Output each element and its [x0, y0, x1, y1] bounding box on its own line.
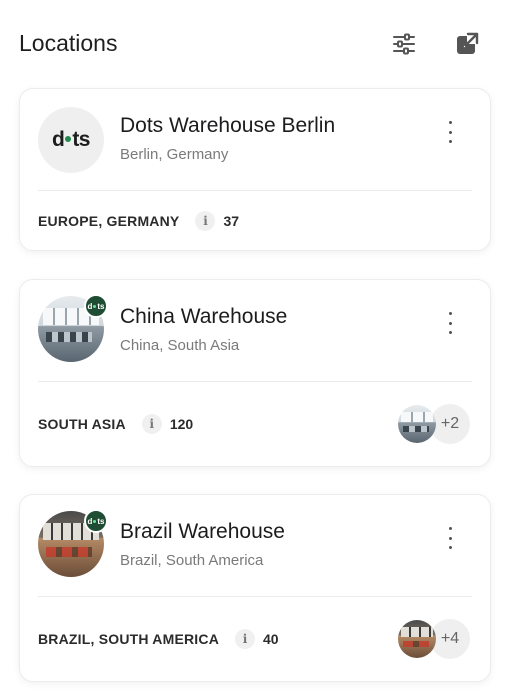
logo-text-left: d	[51, 128, 65, 151]
page-header: Locations	[0, 0, 511, 90]
region-label: EUROPE, GERMANY	[38, 212, 180, 229]
location-name: Brazil Warehouse	[120, 520, 285, 543]
location-card-footer: BRAZIL, SOUTH AMERICA i 40 +4	[38, 597, 472, 681]
kebab-dot	[448, 321, 452, 325]
location-subtitle: Brazil, South America	[120, 552, 264, 569]
kebab-dot	[448, 140, 452, 143]
location-card[interactable]: d ts Dots Warehouse Berlin Berlin, German…	[19, 88, 491, 251]
location-name: Dots Warehouse Berlin	[120, 114, 336, 137]
more-options-button[interactable]	[440, 117, 460, 147]
location-logo-avatar: d ts	[38, 107, 104, 173]
photo-thumbnail[interactable]	[396, 618, 438, 660]
item-count: 37	[223, 212, 240, 229]
item-count: 40	[263, 631, 279, 647]
external-link-icon	[457, 32, 479, 54]
photo-thumbnails[interactable]: +2	[396, 402, 472, 446]
location-card-footer: EUROPE, GERMANY i 37	[38, 191, 472, 250]
kebab-dot	[448, 536, 452, 540]
kebab-dot	[448, 527, 452, 530]
kebab-dot	[448, 121, 452, 124]
location-card-header: d ts Dots Warehouse Berlin Berlin, German…	[20, 89, 490, 191]
sliders-icon	[393, 33, 415, 55]
more-options-button[interactable]	[440, 308, 460, 338]
photo-thumbnails[interactable]: +4	[396, 617, 472, 661]
kebab-dot	[448, 130, 452, 134]
location-subtitle: Berlin, Germany	[120, 146, 229, 163]
region-label: SOUTH ASIA	[38, 416, 126, 432]
info-icon[interactable]: i	[235, 629, 256, 649]
kebab-dot	[448, 331, 452, 334]
item-count: 120	[169, 416, 194, 432]
info-icon[interactable]: i	[141, 414, 162, 434]
photo-thumbnail[interactable]	[396, 403, 438, 445]
open-external-button[interactable]	[453, 30, 481, 58]
logo-dot	[65, 135, 72, 142]
location-card-header: d ts China Warehouse China, South Asia	[20, 280, 490, 382]
location-card[interactable]: d ts Brazil Warehouse Brazil, South Ameri…	[19, 494, 491, 682]
filter-button[interactable]	[390, 30, 418, 58]
location-card-header: d ts Brazil Warehouse Brazil, South Ameri…	[20, 495, 490, 597]
page-title: Locations	[19, 30, 118, 56]
location-photo-avatar-wrap: d ts	[38, 294, 108, 362]
location-subtitle: China, South Asia	[120, 337, 240, 354]
info-icon[interactable]: i	[195, 210, 216, 231]
location-photo-avatar-wrap: d ts	[38, 509, 108, 577]
location-name: China Warehouse	[120, 305, 288, 328]
location-card-footer: SOUTH ASIA i 120 +2	[38, 382, 472, 466]
region-label: BRAZIL, SOUTH AMERICA	[38, 631, 220, 647]
brand-badge-icon: d ts	[84, 509, 108, 533]
kebab-dot	[448, 312, 452, 315]
kebab-dot	[448, 546, 452, 549]
more-options-button[interactable]	[440, 523, 460, 553]
brand-badge-icon: d ts	[84, 294, 108, 318]
logo-text-right: ts	[72, 128, 90, 151]
location-card[interactable]: d ts China Warehouse China, South Asia SO…	[19, 279, 491, 467]
